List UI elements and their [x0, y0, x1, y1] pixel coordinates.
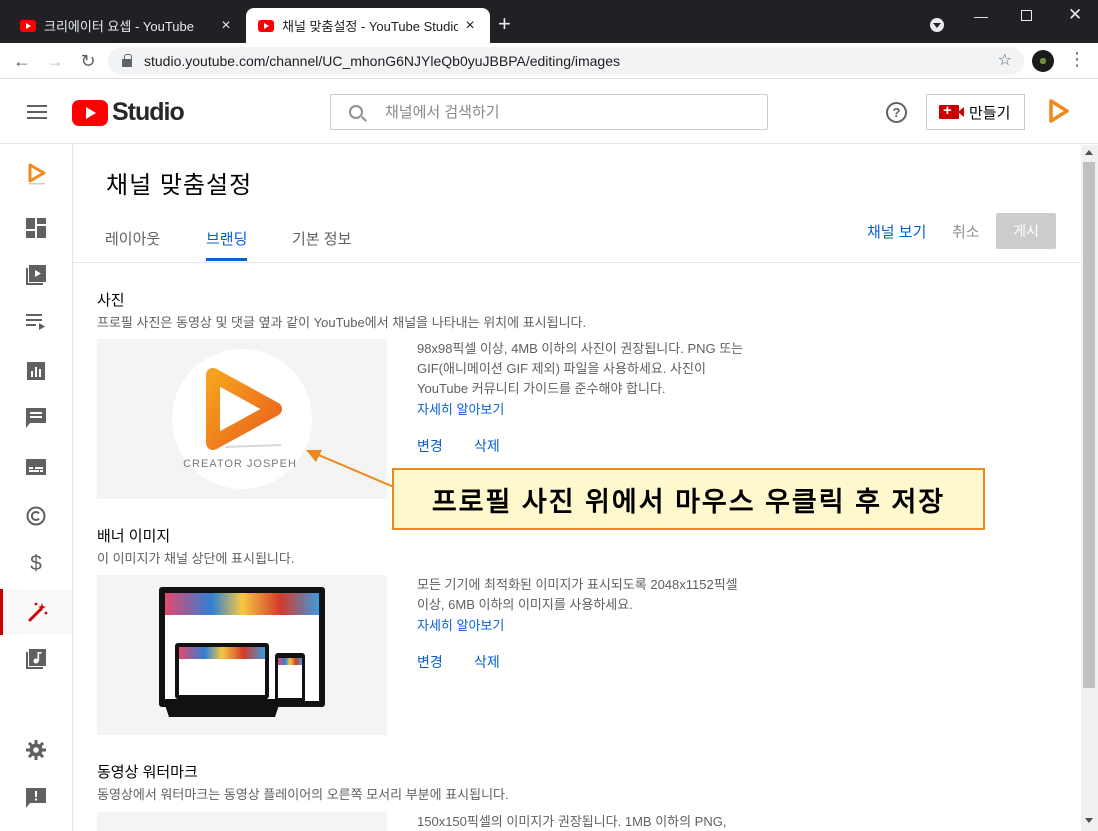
settings-gear-icon[interactable] — [0, 727, 72, 773]
youtube-studio-logo[interactable]: Studio — [72, 98, 185, 127]
playlists-icon[interactable] — [0, 299, 72, 345]
banner-change-button[interactable]: 변경 — [417, 652, 443, 672]
banner-section-title: 배너 이미지 — [97, 528, 171, 545]
maximize-icon[interactable] — [1021, 10, 1032, 21]
photo-section-description: 프로필 사진은 동영상 및 댓글 옆과 같이 YouTube에서 채널을 나타내… — [97, 315, 587, 330]
callout-text: 프로필 사진 위에서 마우스 우클릭 후 저장 — [431, 486, 946, 517]
channel-avatar-small[interactable] — [26, 162, 48, 186]
instruction-callout: 프로필 사진 위에서 마우스 우클릭 후 저장 — [392, 468, 985, 530]
tab-layout[interactable]: 레이아웃 — [105, 216, 160, 261]
minimize-icon[interactable]: — — [974, 8, 988, 24]
create-button-label: 만들기 — [969, 104, 1011, 122]
monetization-icon[interactable]: $ — [0, 541, 72, 587]
browser-tab-channel[interactable]: 크리에이터 요셉 - YouTube × — [8, 8, 246, 43]
search-icon — [349, 105, 363, 119]
create-video-icon — [939, 102, 964, 119]
photo-learn-more-link[interactable]: 자세히 알아보기 — [417, 399, 504, 418]
browser-tab-title: 채널 맞춤설정 - YouTube Studio — [282, 19, 458, 34]
help-icon[interactable]: ? — [886, 102, 907, 123]
subtitles-icon[interactable] — [0, 444, 72, 490]
browser-tab-title: 크리에이터 요셉 - YouTube — [44, 19, 194, 34]
photo-section-title: 사진 — [97, 292, 125, 309]
tab-search-icon[interactable] — [930, 18, 944, 32]
watermark-info-text: 150x150픽셀의 이미지가 권장됩니다. 1MB 이하의 PNG, — [417, 814, 727, 829]
bookmark-star-icon[interactable]: ☆ — [998, 50, 1012, 70]
watermark-section-title: 동영상 워터마크 — [97, 764, 198, 781]
hamburger-menu-icon[interactable] — [27, 105, 47, 119]
browser-toolbar: ← → ↻ studio.youtube.com/channel/UC_mhon… — [0, 43, 1098, 79]
browser-tab-strip: 크리에이터 요셉 - YouTube × 채널 맞춤설정 - YouTube S… — [0, 0, 1098, 43]
publish-button[interactable]: 게시 — [996, 213, 1056, 249]
watermark-preview[interactable] — [97, 812, 387, 831]
new-tab-button[interactable]: + — [498, 12, 511, 36]
content-icon[interactable] — [0, 252, 72, 298]
dashboard-icon[interactable] — [0, 205, 72, 251]
scroll-up-arrow-icon[interactable] — [1085, 150, 1093, 155]
cancel-button[interactable]: 취소 — [952, 221, 980, 242]
banner-learn-more-link[interactable]: 자세히 알아보기 — [417, 615, 504, 634]
callout-arrow-icon — [306, 450, 397, 489]
watermark-section-description: 동영상에서 워터마크는 동영상 플레이어의 오른쪽 모서리 부분에 표시됩니다. — [97, 787, 509, 802]
forward-arrow-icon[interactable]: → — [43, 49, 67, 73]
banner-delete-button[interactable]: 삭제 — [474, 652, 500, 672]
browser-tab-studio[interactable]: 채널 맞춤설정 - YouTube Studio × — [246, 8, 490, 43]
youtube-play-icon — [72, 99, 108, 126]
banner-preview[interactable] — [97, 575, 387, 735]
profile-logo-text: CREATOR JOSPEH — [183, 458, 297, 470]
address-bar[interactable]: studio.youtube.com/channel/UC_mhonG6NJYl… — [108, 47, 1024, 75]
reload-icon[interactable]: ↻ — [76, 49, 100, 73]
browser-profile-avatar[interactable] — [1032, 50, 1054, 72]
channel-avatar[interactable] — [1046, 98, 1072, 124]
browser-menu-icon[interactable]: ⋮ — [1068, 49, 1086, 70]
search-input[interactable] — [385, 103, 725, 121]
close-window-icon[interactable]: ✕ — [1068, 5, 1082, 25]
back-arrow-icon[interactable]: ← — [10, 49, 34, 73]
banner-info-text: 모든 기기에 최적화된 이미지가 표시되도록 2048x1152픽셀 이상, 6… — [417, 577, 738, 612]
create-button[interactable]: 만들기 — [926, 94, 1025, 130]
channel-search-box[interactable] — [330, 94, 768, 130]
studio-header: Studio ? 만들기 — [0, 80, 1098, 144]
feedback-icon[interactable] — [0, 775, 72, 821]
customization-icon[interactable] — [0, 589, 72, 635]
photo-delete-button[interactable]: 삭제 — [474, 436, 500, 456]
copyright-icon[interactable] — [0, 493, 72, 539]
tab-basic-info[interactable]: 기본 정보 — [292, 216, 351, 261]
analytics-icon[interactable] — [0, 348, 72, 394]
photo-change-button[interactable]: 변경 — [417, 436, 443, 456]
scrollbar-thumb[interactable] — [1083, 162, 1095, 688]
photo-info-text: 98x98픽셀 이상, 4MB 이하의 사진이 권장됩니다. PNG 또는 GI… — [417, 341, 744, 396]
view-channel-link[interactable]: 채널 보기 — [867, 221, 926, 242]
tabs-divider — [73, 262, 1081, 263]
banner-device-mockup — [159, 587, 325, 717]
comments-icon[interactable] — [0, 395, 72, 441]
page-title: 채널 맞춤설정 — [106, 172, 253, 199]
close-tab-icon[interactable]: × — [462, 17, 478, 35]
studio-side-nav: $ — [0, 145, 73, 831]
audio-library-icon[interactable] — [0, 636, 72, 682]
youtube-favicon-icon — [20, 19, 36, 32]
studio-logo-text: Studio — [112, 98, 185, 126]
close-tab-icon[interactable]: × — [218, 17, 234, 35]
youtube-favicon-icon — [258, 19, 274, 32]
scroll-down-arrow-icon[interactable] — [1085, 818, 1093, 823]
banner-section-description: 이 이미지가 채널 상단에 표시됩니다. — [97, 551, 295, 566]
lock-icon — [122, 54, 132, 67]
url-text: studio.youtube.com/channel/UC_mhonG6NJYl… — [144, 53, 620, 69]
tab-branding[interactable]: 브랜딩 — [206, 216, 248, 261]
